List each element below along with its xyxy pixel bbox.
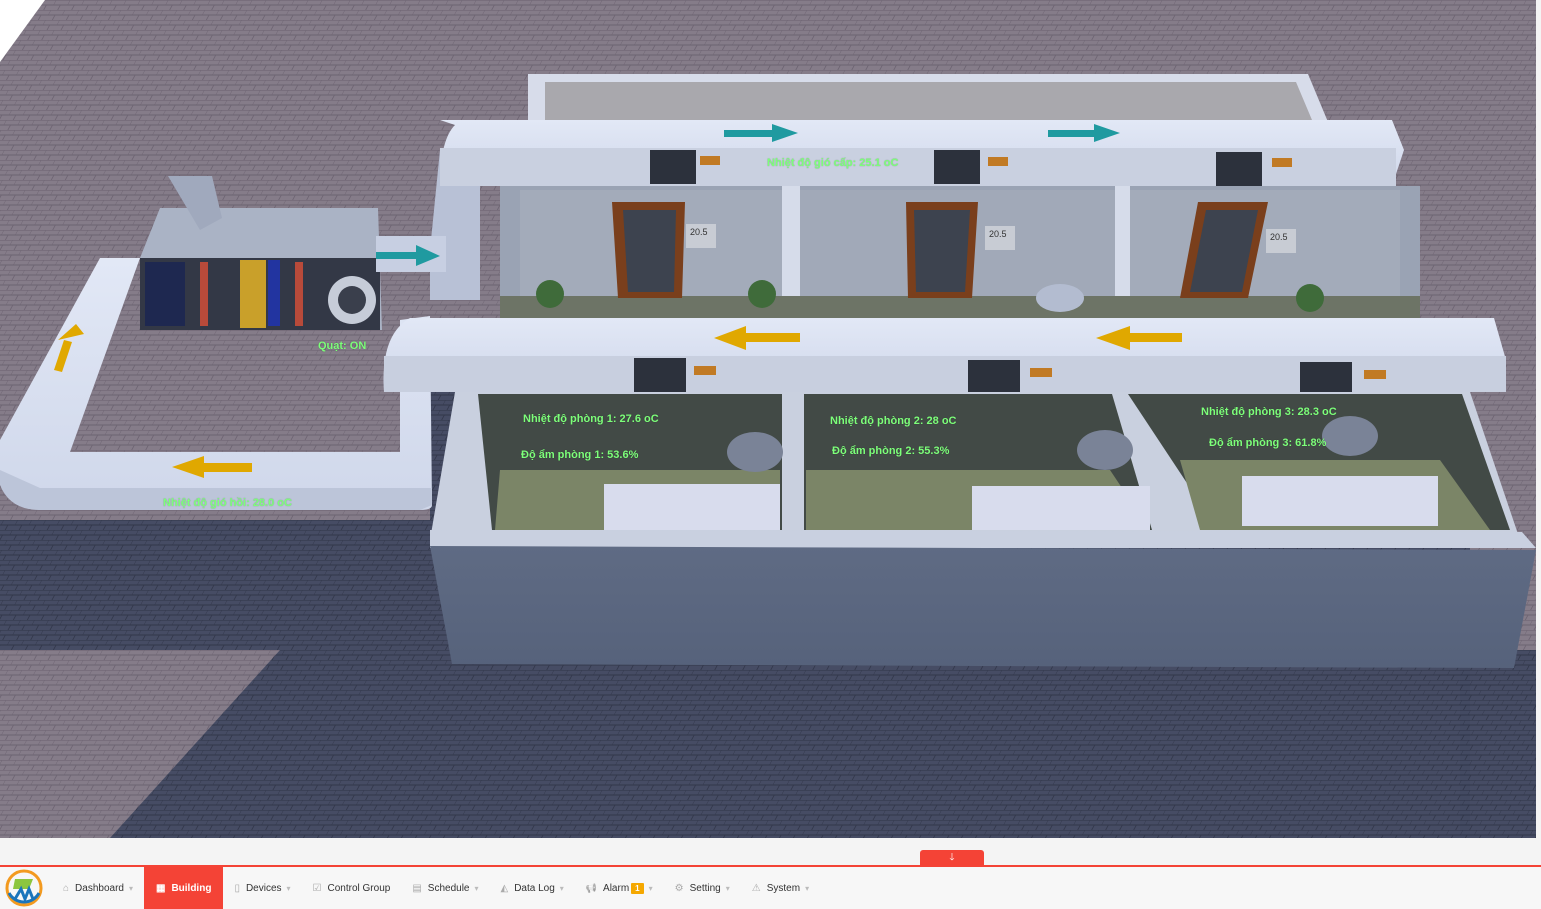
table-2 xyxy=(1077,430,1133,470)
cogs-icon: ⚙ xyxy=(674,882,684,894)
nav-control-group[interactable]: ☑ Control Group xyxy=(302,867,402,909)
supply-grille-2 xyxy=(934,150,980,184)
caret-down-icon: ▾ xyxy=(474,883,479,893)
nav-building-label: Building xyxy=(171,882,212,894)
return-air-temp-label: Nhiệt độ gió hồi: 28.0 oC xyxy=(163,497,292,509)
nav-schedule[interactable]: ▤ Schedule ▾ xyxy=(401,867,489,909)
checkbox-icon: ☑ xyxy=(312,882,322,894)
room1-humidity-label: Độ ẩm phòng 1: 53.6% xyxy=(521,449,639,461)
arrow-down-icon: 🡓 xyxy=(949,852,955,863)
building-3d-scene[interactable]: 20.5 20.5 20.5 Nhiệt độ gió cấp: 25.1 oC… xyxy=(0,0,1536,838)
return-grille-3 xyxy=(1300,362,1352,396)
caret-down-icon: ▾ xyxy=(648,883,653,893)
room2-temp-label: Nhiệt độ phòng 2: 28 oC xyxy=(830,415,957,427)
caret-down-icon: ▾ xyxy=(286,883,291,893)
return-grille-1 xyxy=(634,358,686,392)
nav-setting[interactable]: ⚙ Setting ▾ xyxy=(664,867,741,909)
room2-humidity-label: Độ ẩm phòng 2: 55.3% xyxy=(832,445,950,457)
nav-data-log[interactable]: ◭ Data Log ▾ xyxy=(490,867,575,909)
alarm-count-badge: 1 xyxy=(631,882,644,894)
logo-icon xyxy=(5,869,43,907)
nav-schedule-label: Schedule xyxy=(427,882,470,894)
bottom-navbar: ⌂ Dashboard ▾ ▦ Building ▯ Devices ▾ ☑ C… xyxy=(0,867,1541,909)
home-icon: ⌂ xyxy=(63,882,70,894)
bullhorn-icon: 📢 xyxy=(585,882,598,893)
caret-down-icon: ▾ xyxy=(128,883,133,893)
nav-dashboard-label: Dashboard xyxy=(75,882,124,894)
room1-temp-label: Nhiệt độ phòng 1: 27.6 oC xyxy=(523,413,659,425)
supply-air-temp-label: Nhiệt độ gió cấp: 25.1 oC xyxy=(767,157,899,169)
supply-grille-3 xyxy=(1216,152,1262,186)
navbar-collapse-area xyxy=(0,838,1541,866)
nav-system[interactable]: ⚠ System ▾ xyxy=(741,867,820,909)
nav-building[interactable]: ▦ Building xyxy=(143,867,224,909)
caret-down-icon: ▾ xyxy=(725,883,730,893)
room3-humidity-label: Độ ẩm phòng 3: 61.8% xyxy=(1209,437,1327,449)
nav-control-group-label: Control Group xyxy=(327,882,391,894)
thermostat-display-3: 20.5 xyxy=(1270,232,1288,242)
nav-data-log-label: Data Log xyxy=(514,882,555,894)
device-icon: ▯ xyxy=(234,882,240,894)
nav-setting-label: Setting xyxy=(689,882,721,894)
company-logo[interactable] xyxy=(0,867,48,909)
thermostat-display-2: 20.5 xyxy=(989,229,1007,239)
nav-devices[interactable]: ▯ Devices ▾ xyxy=(223,867,301,909)
front-wall xyxy=(430,546,1536,668)
bed-3 xyxy=(1242,476,1438,526)
nav-system-label: System xyxy=(766,882,801,894)
nav-devices-label: Devices xyxy=(245,882,282,894)
thermostat-display-1: 20.5 xyxy=(690,227,708,237)
table-3 xyxy=(1322,416,1378,456)
nav-dashboard[interactable]: ⌂ Dashboard ▾ xyxy=(52,867,144,909)
scene-edge-strip xyxy=(1536,0,1541,838)
nav-alarm[interactable]: 📢 Alarm 1 ▾ xyxy=(575,867,664,909)
return-grille-2 xyxy=(968,360,1020,394)
front-wall-top xyxy=(430,530,1536,548)
calendar-icon: ▤ xyxy=(412,882,422,894)
table-1 xyxy=(727,432,783,472)
building-icon: ▦ xyxy=(155,882,166,894)
caret-down-icon: ▾ xyxy=(559,883,564,893)
nav-alarm-label: Alarm xyxy=(603,882,630,894)
collapse-navbar-button[interactable]: 🡓 xyxy=(920,850,984,866)
scene-graphics xyxy=(0,0,1536,838)
room3-temp-label: Nhiệt độ phòng 3: 28.3 oC xyxy=(1201,406,1337,418)
bed-1 xyxy=(604,484,780,530)
supply-grille-1 xyxy=(650,150,696,184)
area-chart-icon: ◭ xyxy=(500,882,509,894)
warning-icon: ⚠ xyxy=(751,882,761,894)
caret-down-icon: ▾ xyxy=(805,883,810,893)
fan-status-label: Quạt: ON xyxy=(318,340,367,352)
bed-2 xyxy=(972,486,1150,530)
